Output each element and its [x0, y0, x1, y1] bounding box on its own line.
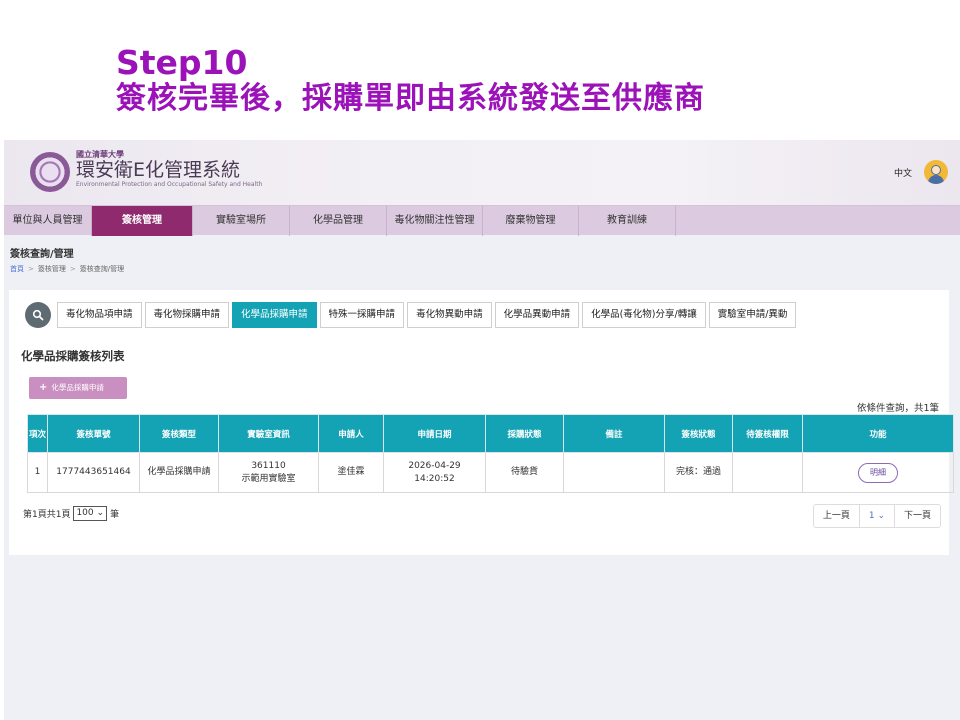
tab-toxic-change-application[interactable]: 毒化物異動申請 [407, 302, 492, 328]
prev-page-button[interactable]: 上一頁 [813, 505, 859, 527]
nav-item-approval[interactable]: 簽核管理 [92, 206, 193, 236]
lab-code: 361110 [251, 461, 286, 472]
brand: 國立清華大學 環安衛E化管理系統 Environmental Protectio… [76, 149, 262, 188]
system-subtitle: Environmental Protection and Occupationa… [76, 180, 263, 188]
page-size-select[interactable]: 100 ⌄ [73, 506, 108, 521]
tab-chemical-change-application[interactable]: 化學品異動申請 [494, 302, 580, 328]
nav-item-lab[interactable]: 實驗室場所 [193, 206, 290, 236]
cell-pending-permission [732, 452, 803, 493]
column-header: 申請日期 [383, 414, 486, 453]
tab-special-purchase-application[interactable]: 特殊一採購申請 [319, 302, 405, 328]
pager-summary: 第1頁共1頁 100 ⌄ 筆 [23, 506, 119, 521]
search-button[interactable] [25, 302, 51, 328]
plus-icon: + [39, 382, 48, 393]
lab-name: 示範用實驗室 [241, 473, 296, 484]
app-header: 國立清華大學 環安衛E化管理系統 Environmental Protectio… [4, 140, 960, 205]
table-header-row: 項次 簽核單號 簽核類型 實驗室資訊 申請人 申請日期 採購狀態 備註 簽核狀態… [27, 414, 954, 453]
system-name: 環安衛E化管理系統 [76, 159, 241, 181]
pager-summary-prefix: 第1頁共1頁 [23, 510, 71, 520]
tab-chemical-share-transfer[interactable]: 化學品(毒化物)分享/轉讓 [582, 302, 706, 328]
main-nav: 單位與人員管理 簽核管理 實驗室場所 化學品管理 毒化物關注性管理 廢棄物管理 … [4, 205, 960, 236]
cell-note [563, 452, 665, 493]
cell-date: 2026-04-29 14:20:52 [383, 452, 486, 493]
breadcrumb-current: 簽核查詢/管理 [79, 265, 125, 273]
apply-date: 2026-04-29 [408, 461, 461, 472]
pager-summary-suffix: 筆 [110, 510, 120, 520]
column-header: 簽核狀態 [664, 414, 733, 453]
apply-time: 14:20:52 [414, 473, 455, 484]
page-header: 簽核查詢/管理 首頁 > 簽核管理 > 簽核查詢/管理 [4, 235, 960, 275]
column-header: 簽核單號 [47, 414, 140, 453]
cell-sign-no: 1777443651464 [47, 452, 140, 493]
nav-item-toxic[interactable]: 毒化物關注性管理 [387, 206, 483, 236]
list-title: 化學品採購簽核列表 [21, 349, 125, 363]
breadcrumb-home[interactable]: 首頁 [10, 265, 24, 273]
column-header: 申請人 [318, 414, 384, 453]
page-select[interactable]: 1 ⌄ [858, 505, 895, 527]
column-header: 採購狀態 [485, 414, 564, 453]
tab-chemical-purchase-application[interactable]: 化學品採購申請 [232, 302, 317, 328]
nav-item-training[interactable]: 教育訓練 [579, 206, 676, 236]
cell-index: 1 [27, 452, 48, 493]
breadcrumb-item[interactable]: 簽核管理 [38, 265, 66, 273]
breadcrumb: 首頁 > 簽核管理 > 簽核查詢/管理 [10, 264, 960, 274]
table-row: 1 1777443651464 化學品採購申請 361110 示範用實驗室 塗佳霖… [27, 452, 954, 493]
add-button-label: 化學品採購申請 [51, 383, 104, 392]
nav-item-unit-personnel[interactable]: 單位與人員管理 [4, 206, 92, 236]
tab-toxic-purchase-application[interactable]: 毒化物採購申請 [144, 302, 230, 328]
cell-sign-type: 化學品採購申請 [139, 452, 219, 493]
avatar-head [931, 165, 941, 175]
column-header: 項次 [27, 414, 48, 453]
column-header: 實驗室資訊 [218, 414, 319, 453]
slide-subtitle: 簽核完畢後，採購單即由系統發送至供應商 [116, 80, 705, 116]
page-title: 簽核查詢/管理 [10, 249, 74, 260]
query-result-count: 依條件查詢，共1筆 [856, 403, 939, 414]
search-icon [32, 309, 44, 321]
current-page: 1 [868, 511, 875, 521]
next-page-button[interactable]: 下一頁 [894, 505, 940, 527]
app-screenshot: 國立清華大學 環安衛E化管理系統 Environmental Protectio… [4, 140, 960, 720]
nav-item-chemical[interactable]: 化學品管理 [290, 206, 387, 236]
slide-title: Step10 簽核完畢後，採購單即由系統發送至供應商 [116, 44, 705, 116]
column-header: 功能 [802, 414, 954, 453]
detail-button[interactable]: 明細 [858, 462, 898, 483]
column-header: 備註 [563, 414, 665, 453]
cell-actions: 明細 [802, 452, 954, 493]
approval-table: 項次 簽核單號 簽核類型 實驗室資訊 申請人 申請日期 採購狀態 備註 簽核狀態… [27, 414, 954, 493]
cell-sign-status: 完核：通過 [664, 452, 733, 493]
column-header: 簽核類型 [139, 414, 219, 453]
chevron-down-icon: ⌄ [96, 508, 105, 518]
pagination: 上一頁 1 ⌄ 下一頁 [812, 504, 941, 528]
tab-toxic-item-application[interactable]: 毒化物品項申請 [57, 302, 142, 328]
user-avatar[interactable] [924, 160, 948, 184]
university-seal-logo [30, 152, 70, 192]
add-chemical-purchase-button[interactable]: + 化學品採購申請 [29, 377, 127, 399]
content-panel: 毒化物品項申請 毒化物採購申請 化學品採購申請 特殊一採購申請 毒化物異動申請 … [9, 290, 954, 555]
slide-step: Step10 [116, 43, 248, 82]
chevron-down-icon: ⌄ [877, 511, 885, 521]
cell-purchase-status: 待驗貨 [485, 452, 564, 493]
breadcrumb-separator: > [28, 265, 34, 273]
nav-item-waste[interactable]: 廢棄物管理 [483, 206, 579, 236]
avatar-body [928, 175, 944, 184]
application-tabs: 毒化物品項申請 毒化物採購申請 化學品採購申請 特殊一採購申請 毒化物異動申請 … [25, 302, 799, 328]
language-switch[interactable]: 中文 [894, 166, 912, 179]
breadcrumb-separator: > [69, 265, 76, 273]
page-size-value: 100 [76, 508, 94, 518]
cell-applicant: 塗佳霖 [318, 452, 384, 493]
cell-lab-info: 361110 示範用實驗室 [218, 452, 319, 493]
tab-lab-application[interactable]: 實驗室申請/異動 [708, 302, 797, 328]
column-header: 待簽核權限 [732, 414, 803, 453]
